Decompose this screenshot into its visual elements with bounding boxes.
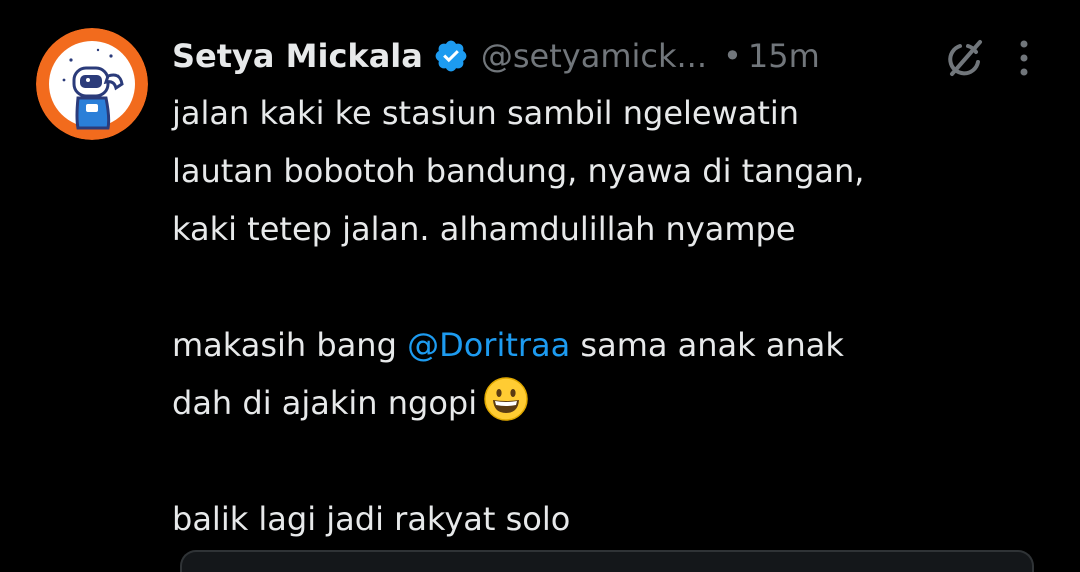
tweet-timestamp[interactable]: 15m	[748, 37, 820, 75]
tweet-line: kaki tetep jalan. alhamdulillah nyampe	[172, 210, 796, 248]
coffee-text: dah di ajakin ngopi	[172, 384, 478, 422]
tweet-line: jalan kaki ke stasiun sambil ngelewatin	[172, 94, 800, 132]
grinning-face-emoji-icon	[483, 376, 529, 422]
media-preview-edge[interactable]	[180, 550, 1034, 572]
tweet-line-mention: makasih bang @Doritraa sama anak anak	[172, 316, 1032, 374]
mention-link[interactable]: @Doritraa	[407, 326, 570, 364]
author-handle[interactable]: @setyamick...	[481, 37, 707, 75]
more-options-icon[interactable]	[1012, 36, 1036, 80]
tweet-line-closing: balik lagi jadi rakyat solo	[172, 500, 571, 538]
thanks-prefix: makasih bang	[172, 326, 408, 364]
author-display-name[interactable]: Setya Mickala	[172, 37, 423, 75]
verified-badge-icon[interactable]	[433, 38, 469, 74]
thanks-suffix: sama anak anak	[570, 326, 844, 364]
tweet-line: lautan bobotoh bandung, nyawa di tangan,	[172, 152, 865, 190]
author-avatar[interactable]	[36, 28, 148, 140]
grok-icon[interactable]	[940, 34, 988, 82]
separator-dot: •	[723, 37, 742, 75]
tweet-header: Setya Mickala @setyamick... • 15m	[172, 30, 820, 82]
tweet-text: jalan kaki ke stasiun sambil ngelewatin …	[172, 84, 1032, 548]
astronaut-avatar-icon	[36, 28, 148, 140]
tweet-line-coffee: dah di ajakin ngopi	[172, 374, 1032, 432]
